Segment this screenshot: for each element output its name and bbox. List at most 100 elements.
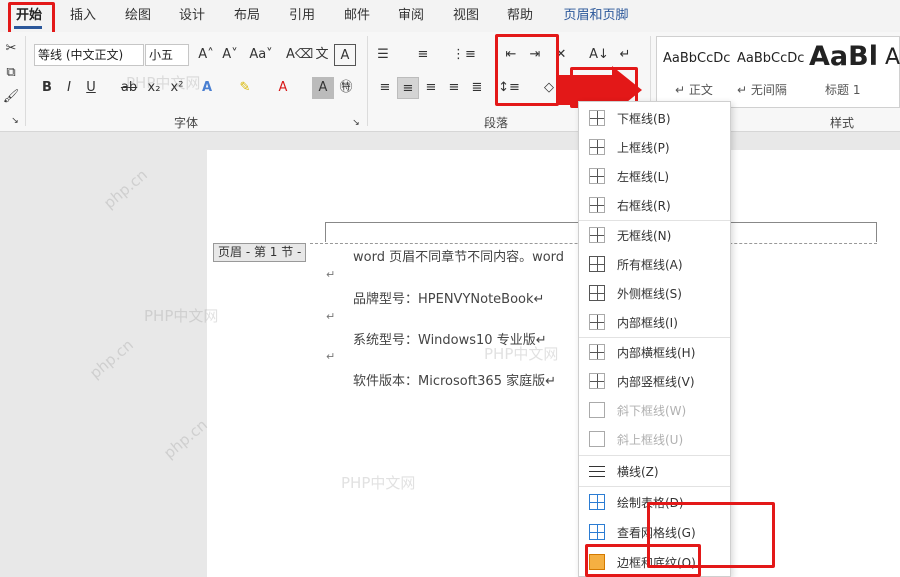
paragraph-group-label: 段落 bbox=[484, 116, 509, 130]
bold-icon[interactable]: B bbox=[36, 77, 58, 99]
watermark: php.cn bbox=[160, 415, 211, 463]
horizontal-line-icon bbox=[589, 463, 605, 479]
show-marks-icon[interactable]: ↵ bbox=[614, 44, 636, 66]
menu-item-no-border[interactable]: 无框线(N) bbox=[579, 221, 730, 250]
tab-view[interactable]: 视图 bbox=[445, 0, 487, 32]
style-heading1-name[interactable]: 标题 1 bbox=[825, 81, 860, 98]
superscript-icon[interactable]: x² bbox=[166, 77, 188, 99]
multilevel-list-icon[interactable]: ⋮≡ bbox=[452, 44, 476, 66]
italic-icon[interactable]: I bbox=[58, 77, 80, 99]
justify-icon[interactable]: ≡ bbox=[443, 77, 465, 99]
top-border-icon bbox=[589, 139, 605, 155]
align-left-icon[interactable]: ≡ bbox=[374, 77, 396, 99]
character-shading-icon[interactable]: A bbox=[312, 77, 334, 99]
tab-help[interactable]: 帮助 bbox=[499, 0, 541, 32]
inside-borders-icon bbox=[589, 314, 605, 330]
outside-borders-icon bbox=[589, 285, 605, 301]
document-line-4[interactable]: 软件版本：Microsoft365 家庭版↵ bbox=[353, 370, 556, 389]
document-line-1[interactable]: word 页眉不同章节不同内容。word bbox=[353, 246, 564, 265]
no-border-icon bbox=[589, 227, 605, 243]
header-right-tick bbox=[876, 222, 877, 242]
enclose-characters-icon[interactable]: ㊕ bbox=[335, 77, 357, 99]
cut-icon[interactable]: ✂ bbox=[0, 38, 22, 60]
document-page[interactable] bbox=[207, 150, 900, 577]
paragraph-mark: ↵ bbox=[326, 350, 336, 363]
inside-vertical-border-icon bbox=[589, 373, 605, 389]
menu-item-top-border[interactable]: 上框线(P) bbox=[579, 133, 730, 162]
draw-table-icon bbox=[589, 494, 605, 510]
subscript-icon[interactable]: x₂ bbox=[143, 77, 165, 99]
phonetic-guide-icon[interactable]: 文 bbox=[311, 44, 333, 66]
document-line-3[interactable]: 系统型号：Windows10 专业版↵ bbox=[353, 329, 547, 348]
character-border-icon[interactable]: A bbox=[334, 44, 356, 66]
tab-insert[interactable]: 插入 bbox=[62, 0, 104, 32]
highlight-icon[interactable]: ✎ bbox=[234, 77, 256, 99]
menu-separator bbox=[579, 486, 730, 487]
inside-horizontal-border-icon bbox=[589, 344, 605, 360]
menu-item-outside-borders[interactable]: 外侧框线(S) bbox=[579, 279, 730, 308]
style-heading1-sample[interactable]: AaBl bbox=[809, 41, 878, 72]
menu-item-left-border[interactable]: 左框线(L) bbox=[579, 162, 730, 191]
font-launcher-icon[interactable]: ↘ bbox=[349, 116, 363, 130]
header-section-label: 页眉 - 第 1 节 - bbox=[213, 243, 307, 262]
watermark: php.cn bbox=[86, 335, 137, 383]
diagonal-up-border-icon bbox=[589, 431, 605, 447]
align-right-icon[interactable]: ≡ bbox=[420, 77, 442, 99]
menu-item-right-border[interactable]: 右框线(R) bbox=[579, 191, 730, 220]
watermark: php.cn bbox=[100, 165, 151, 213]
distributed-icon[interactable]: ≣ bbox=[466, 77, 488, 99]
borders-shading-highlight bbox=[585, 544, 701, 577]
style-normal-sample[interactable]: AaBbCcDc bbox=[663, 51, 730, 66]
font-color-icon[interactable]: A bbox=[272, 77, 294, 99]
tab-references[interactable]: 引用 bbox=[281, 0, 323, 32]
font-size-combo[interactable]: 小五 bbox=[145, 44, 189, 66]
indent-buttons-highlight bbox=[495, 34, 559, 106]
paragraph-mark: ↵ bbox=[326, 268, 336, 281]
menu-item-bottom-border[interactable]: 下框线(B) bbox=[579, 104, 730, 133]
menu-item-inside-horizontal[interactable]: 内部横框线(H) bbox=[579, 338, 730, 367]
tab-header-footer[interactable]: 页眉和页脚 bbox=[556, 0, 636, 32]
menu-item-inside-borders[interactable]: 内部框线(I) bbox=[579, 308, 730, 337]
right-border-icon bbox=[589, 197, 605, 213]
styles-gallery: AaBbCcDc ↵ 正文 AaBbCcDc ↵ 无间隔 AaBl 标题 1 A bbox=[656, 36, 900, 108]
change-case-icon[interactable]: Aa˅ bbox=[246, 44, 276, 66]
bullets-icon[interactable]: ☰ bbox=[372, 44, 394, 66]
menu-item-all-borders[interactable]: 所有框线(A) bbox=[579, 250, 730, 279]
font-group-label: 字体 bbox=[174, 116, 199, 130]
tab-layout[interactable]: 布局 bbox=[226, 0, 268, 32]
style-no-spacing-name[interactable]: ↵ 无间隔 bbox=[737, 81, 787, 98]
style-more-sample[interactable]: A bbox=[885, 45, 900, 70]
style-normal-name[interactable]: ↵ 正文 bbox=[675, 81, 713, 98]
menu-item-horizontal-line[interactable]: 横线(Z) bbox=[579, 457, 730, 486]
numbering-icon[interactable]: ≡ bbox=[412, 44, 434, 66]
sort-icon[interactable]: A↓ bbox=[588, 44, 610, 66]
header-left-tick bbox=[325, 222, 326, 242]
diagonal-down-border-icon bbox=[589, 402, 605, 418]
tab-review[interactable]: 审阅 bbox=[390, 0, 432, 32]
clear-formatting-icon[interactable]: A⌫ bbox=[286, 44, 313, 66]
style-no-spacing-sample[interactable]: AaBbCcDc bbox=[737, 51, 804, 66]
format-painter-icon[interactable]: 🖌 bbox=[0, 86, 22, 108]
clipboard-launcher-icon[interactable]: ↘ bbox=[8, 114, 22, 128]
ribbon-tabs: 开始 插入 绘图 设计 布局 引用 邮件 审阅 视图 帮助 页眉和页脚 bbox=[0, 0, 900, 32]
tab-mailings[interactable]: 邮件 bbox=[336, 0, 378, 32]
document-line-2[interactable]: 品牌型号：HPENVYNoteBook↵ bbox=[353, 288, 544, 307]
menu-item-diagonal-down[interactable]: 斜下框线(W) bbox=[579, 396, 730, 425]
paragraph-mark: ↵ bbox=[326, 310, 336, 323]
grow-font-icon[interactable]: A˄ bbox=[195, 44, 217, 66]
tab-design[interactable]: 设计 bbox=[171, 0, 213, 32]
ribbon: ✂ ⧉ 🖌 ↘ 等线 (中文正文) 小五 A˄ A˅ Aa˅ A⌫ 文 A B … bbox=[0, 32, 900, 132]
text-effects-icon[interactable]: A bbox=[196, 77, 218, 99]
shrink-font-icon[interactable]: A˅ bbox=[219, 44, 241, 66]
bottom-border-icon bbox=[589, 110, 605, 126]
all-borders-icon bbox=[589, 256, 605, 272]
tab-draw[interactable]: 绘图 bbox=[117, 0, 159, 32]
align-center-icon[interactable]: ≡ bbox=[397, 77, 419, 99]
menu-item-inside-vertical[interactable]: 内部竖框线(V) bbox=[579, 367, 730, 396]
menu-item-diagonal-up[interactable]: 斜上框线(U) bbox=[579, 425, 730, 454]
left-border-icon bbox=[589, 168, 605, 184]
copy-icon[interactable]: ⧉ bbox=[0, 62, 22, 84]
underline-icon[interactable]: U bbox=[80, 77, 102, 99]
font-name-combo[interactable]: 等线 (中文正文) bbox=[34, 44, 144, 66]
strikethrough-icon[interactable]: ab bbox=[118, 77, 140, 99]
